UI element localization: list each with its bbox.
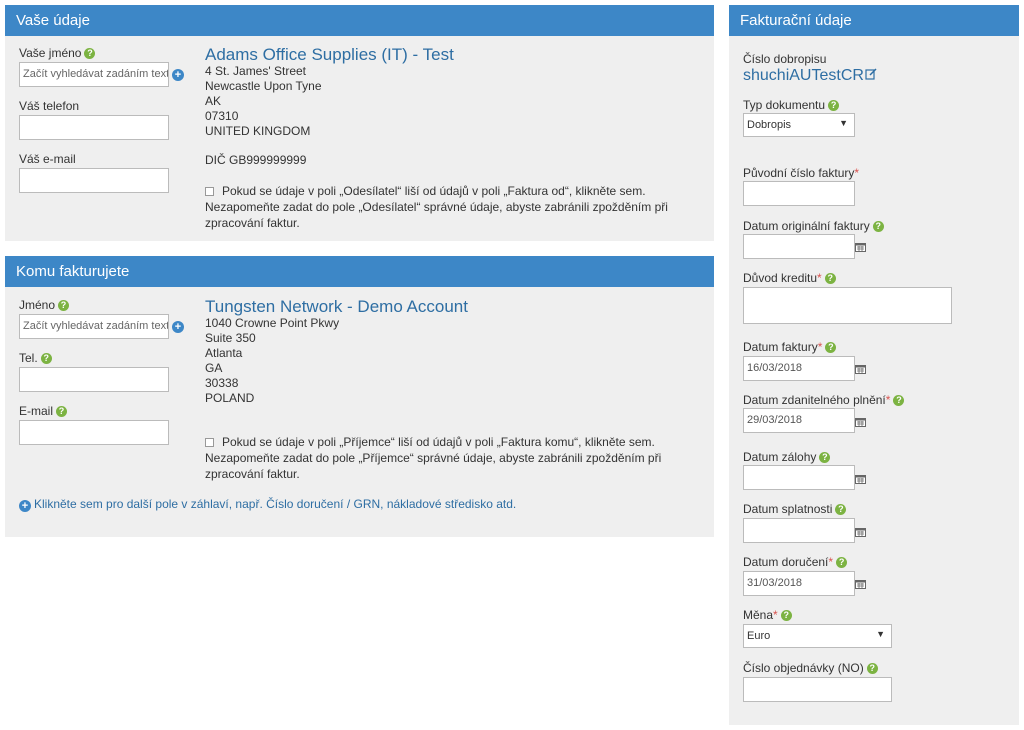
sender-phone-label: Váš telefon — [19, 99, 80, 113]
sender-email-input[interactable] — [19, 168, 169, 193]
deposit-date-label: Datum zálohy? — [743, 450, 831, 464]
credit-note-number-label: Číslo dobropisu — [743, 52, 827, 66]
sender-address: 4 St. James' Street Newcastle Upon Tyne … — [205, 64, 322, 139]
edit-icon[interactable] — [865, 68, 877, 80]
sender-vat: DIČ GB999999999 — [205, 153, 307, 167]
due-date-input[interactable] — [743, 518, 855, 543]
help-icon[interactable]: ? — [893, 395, 905, 406]
add-contact-icon[interactable]: + — [172, 321, 184, 333]
note-text: zpracování faktur. — [205, 216, 300, 230]
delivery-date-label: Datum doručení*? — [743, 555, 848, 569]
help-icon[interactable]: ? — [836, 557, 848, 568]
recipient-phone-input[interactable] — [19, 367, 169, 392]
address-line: GA — [205, 361, 223, 375]
more-header-fields-link[interactable]: + Klikněte sem pro další pole v záhlaví, … — [19, 497, 517, 512]
sender-different-note: Pokud se údaje v poli „Odesílatel“ liší … — [205, 183, 705, 231]
address-line: POLAND — [205, 391, 255, 405]
tax-date-label: Datum zdanitelného plnění*? — [743, 393, 905, 407]
recipient-email-label: E-mail? — [19, 404, 68, 418]
address-line: Newcastle Upon Tyne — [205, 79, 322, 93]
invoice-details-panel: Fakturační údaje Číslo dobropisu shuchiA… — [729, 5, 1019, 725]
calendar-icon[interactable] — [855, 474, 866, 484]
address-line: Atlanta — [205, 346, 243, 360]
calendar-icon[interactable] — [855, 364, 866, 374]
currency-select[interactable]: Euro ▼ — [743, 624, 892, 648]
address-line: 4 St. James' Street — [205, 64, 306, 78]
tax-date-input[interactable]: 29/03/2018 — [743, 408, 855, 433]
help-icon[interactable]: ? — [872, 221, 884, 232]
po-number-input[interactable] — [743, 677, 892, 702]
document-type-value: Dobropis — [747, 119, 792, 131]
calendar-icon[interactable] — [855, 579, 866, 589]
original-invoice-date-label: Datum originální faktury? — [743, 219, 884, 233]
sender-email-label: Váš e-mail — [19, 152, 76, 166]
recipient-phone-label: Tel.? — [19, 351, 52, 365]
sender-company-name: Adams Office Supplies (IT) - Test — [205, 45, 454, 64]
original-invoice-number-label: Původní číslo faktury* — [743, 166, 860, 180]
more-link-text: Klikněte sem pro další pole v záhlaví, n… — [34, 497, 517, 511]
help-icon[interactable]: ? — [819, 452, 831, 463]
help-icon[interactable]: ? — [835, 504, 847, 515]
expand-icon: + — [19, 500, 31, 512]
credit-reason-label: Důvod kreditu*? — [743, 271, 836, 285]
help-icon[interactable]: ? — [84, 48, 96, 59]
note-text: Nezapomeňte zadat do pole „Odesílatel“ s… — [205, 200, 668, 214]
address-line: UNITED KINGDOM — [205, 124, 311, 138]
help-icon[interactable]: ? — [56, 406, 68, 417]
sender-different-checkbox[interactable] — [205, 187, 214, 196]
help-icon[interactable]: ? — [58, 300, 70, 311]
help-icon[interactable]: ? — [866, 663, 878, 674]
credit-note-number-text: shuchiAUTestCR — [743, 67, 864, 84]
note-text: Pokud se údaje v poli „Odesílatel“ liší … — [222, 184, 646, 198]
recipient-panel: Komu fakturujete Jméno? Začít vyhledávat… — [5, 256, 714, 537]
original-invoice-number-input[interactable] — [743, 181, 855, 206]
invoice-date-label: Datum faktury*? — [743, 340, 837, 354]
po-number-label: Číslo objednávky (NO)? — [743, 661, 878, 675]
invoice-panel-title: Fakturační údaje — [729, 5, 1019, 36]
document-type-label: Typ dokumentu? — [743, 98, 840, 112]
credit-reason-textarea[interactable] — [743, 287, 952, 324]
address-line: 07310 — [205, 109, 239, 123]
due-date-label: Datum splatnosti? — [743, 502, 847, 516]
note-text: zpracování faktur. — [205, 467, 300, 481]
calendar-icon[interactable] — [855, 417, 866, 427]
address-line: 1040 Crowne Point Pkwy — [205, 316, 340, 330]
recipient-company-name: Tungsten Network - Demo Account — [205, 297, 468, 316]
address-line: Suite 350 — [205, 331, 256, 345]
chevron-down-icon: ▼ — [876, 629, 885, 639]
recipient-panel-title: Komu fakturujete — [5, 256, 714, 287]
deposit-date-input[interactable] — [743, 465, 855, 490]
original-invoice-date-input[interactable] — [743, 234, 855, 259]
recipient-email-input[interactable] — [19, 420, 169, 445]
sender-name-input[interactable]: Začít vyhledávat zadáním textu — [19, 62, 169, 87]
sender-panel-title: Vaše údaje — [5, 5, 714, 36]
credit-note-number-value: shuchiAUTestCR — [743, 67, 877, 85]
sender-name-label: Vaše jméno? — [19, 46, 96, 60]
add-contact-icon[interactable]: + — [172, 69, 184, 81]
help-icon[interactable]: ? — [780, 610, 792, 621]
delivery-date-input[interactable]: 31/03/2018 — [743, 571, 855, 596]
recipient-address: 1040 Crowne Point Pkwy Suite 350 Atlanta… — [205, 316, 339, 406]
address-line: AK — [205, 94, 222, 108]
help-icon[interactable]: ? — [40, 353, 52, 364]
invoice-date-input[interactable]: 16/03/2018 — [743, 356, 855, 381]
recipient-different-note: Pokud se údaje v poli „Příjemce“ liší od… — [205, 434, 705, 482]
chevron-down-icon: ▼ — [839, 118, 848, 128]
currency-label: Měna*? — [743, 608, 792, 622]
help-icon[interactable]: ? — [828, 100, 840, 111]
recipient-name-label: Jméno? — [19, 298, 70, 312]
sender-phone-input[interactable] — [19, 115, 169, 140]
document-type-select[interactable]: Dobropis ▼ — [743, 113, 855, 137]
calendar-icon[interactable] — [855, 242, 866, 252]
recipient-different-checkbox[interactable] — [205, 438, 214, 447]
note-text: Nezapomeňte zadat do pole „Příjemce“ spr… — [205, 451, 662, 465]
address-line: 30338 — [205, 376, 239, 390]
help-icon[interactable]: ? — [825, 342, 837, 353]
currency-value: Euro — [747, 630, 771, 642]
note-text: Pokud se údaje v poli „Příjemce“ liší od… — [222, 435, 655, 449]
calendar-icon[interactable] — [855, 527, 866, 537]
recipient-name-input[interactable]: Začít vyhledávat zadáním textu — [19, 314, 169, 339]
help-icon[interactable]: ? — [824, 273, 836, 284]
sender-panel: Vaše údaje Vaše jméno? Začít vyhledávat … — [5, 5, 714, 241]
